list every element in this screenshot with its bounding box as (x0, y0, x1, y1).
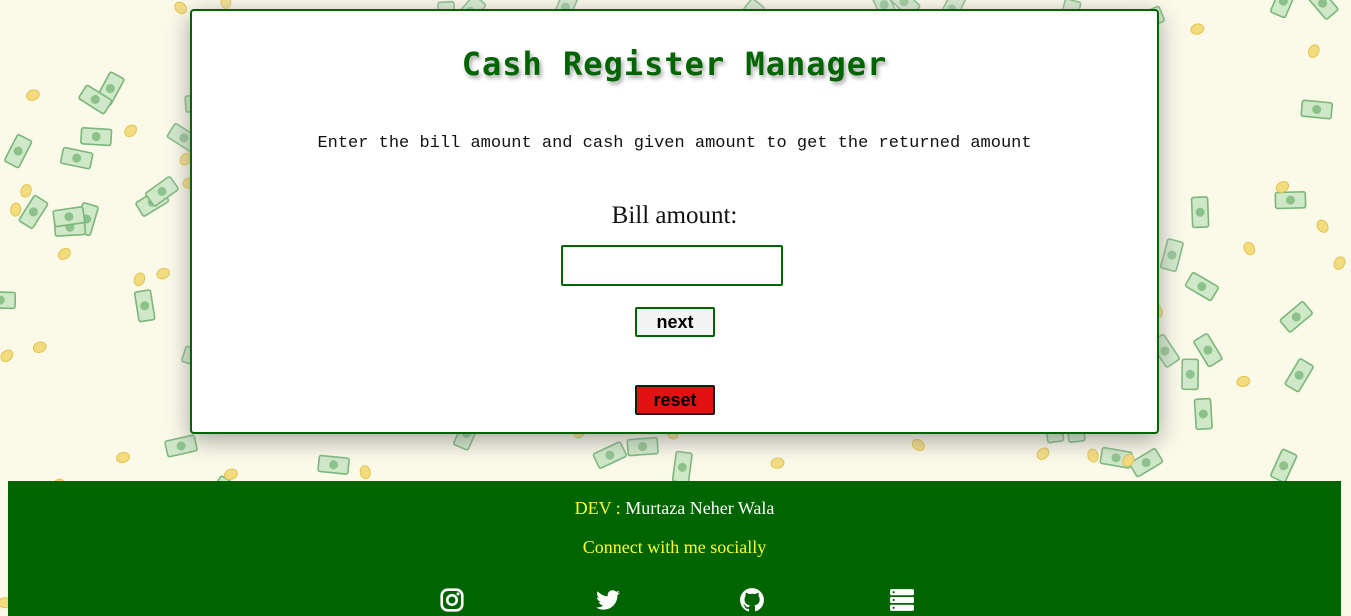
bill-amount-label: Bill amount: (611, 202, 738, 229)
main-card: Cash Register Manager Enter the bill amo… (190, 9, 1159, 434)
developer-name: Murtaza Neher Wala (625, 498, 775, 518)
server-icon[interactable] (889, 587, 915, 613)
footer: DEV : Murtaza Neher Wala Connect with me… (8, 481, 1341, 616)
connect-text: Connect with me socially (582, 537, 767, 557)
twitter-icon[interactable] (595, 587, 621, 613)
github-icon[interactable] (739, 587, 765, 613)
bill-amount-input[interactable] (561, 245, 783, 286)
dev-separator: : (611, 498, 626, 518)
developer-credit: DEV : Murtaza Neher Wala (8, 498, 1341, 519)
reset-button[interactable]: reset (635, 385, 715, 415)
instructions-text: Enter the bill amount and cash given amo… (317, 134, 1032, 153)
instagram-icon[interactable] (439, 587, 465, 613)
next-button[interactable]: next (635, 307, 715, 337)
dev-label: DEV (574, 498, 612, 518)
page-title: Cash Register Manager (461, 45, 888, 83)
